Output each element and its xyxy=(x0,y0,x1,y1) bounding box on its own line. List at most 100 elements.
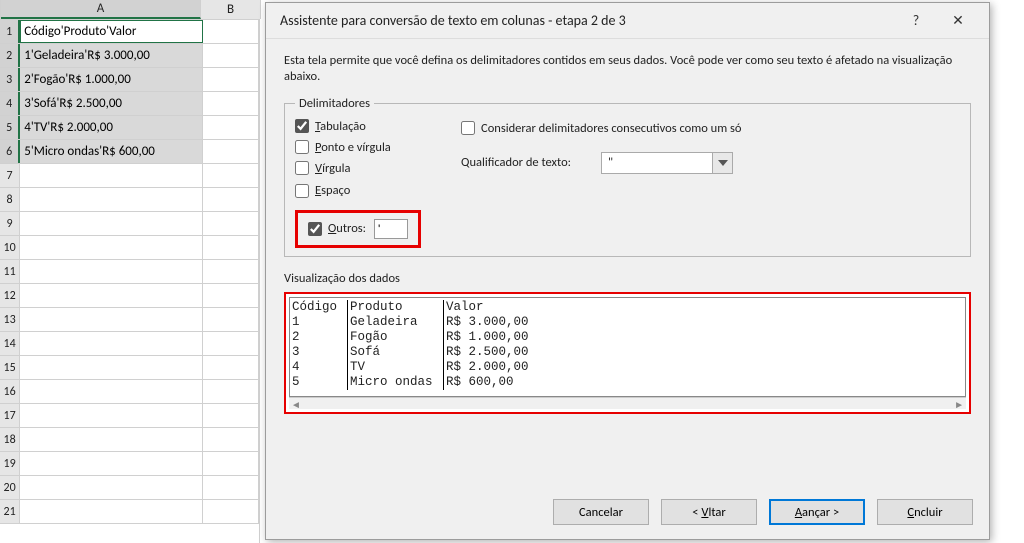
preview-cell: Fogão xyxy=(348,330,444,345)
cell-B17[interactable] xyxy=(203,404,259,427)
cell-B2[interactable] xyxy=(203,44,259,67)
cell-B12[interactable] xyxy=(203,284,259,307)
row-header[interactable]: 21 xyxy=(0,500,20,523)
cell-A3[interactable]: 2'Fogão'R$ 1.000,00 xyxy=(20,68,203,91)
row-header[interactable]: 20 xyxy=(0,476,20,499)
cell-B21[interactable] xyxy=(203,500,259,523)
cell-A20[interactable] xyxy=(20,476,203,499)
row-header[interactable]: 11 xyxy=(0,260,20,283)
checkbox-tab[interactable]: Tabulação xyxy=(295,119,421,134)
checkbox-consecutive-input[interactable] xyxy=(461,121,475,135)
scroll-left-icon[interactable]: ◄ xyxy=(291,398,301,409)
row-header[interactable]: 9 xyxy=(0,212,20,235)
preview-row: 3SofáR$ 2.500,00 xyxy=(292,345,554,360)
row-header[interactable]: 13 xyxy=(0,308,20,331)
cell-B10[interactable] xyxy=(203,236,259,259)
cell-B5[interactable] xyxy=(203,116,259,139)
cell-A1[interactable]: Código'Produto'Valor xyxy=(20,20,203,43)
cell-B11[interactable] xyxy=(203,260,259,283)
row-header[interactable]: 18 xyxy=(0,428,20,451)
cell-B19[interactable] xyxy=(203,452,259,475)
cancel-button[interactable]: Cancelar xyxy=(553,499,649,525)
checkbox-comma[interactable]: Vírgula xyxy=(295,161,421,176)
cell-B20[interactable] xyxy=(203,476,259,499)
row-header[interactable]: 19 xyxy=(0,452,20,475)
preview-cell: R$ 1.000,00 xyxy=(444,330,554,345)
back-button[interactable]: < Vltar xyxy=(661,499,757,525)
row-header[interactable]: 5 xyxy=(0,116,20,139)
checkbox-semicolon-label: Ponto e vírgula xyxy=(315,140,391,155)
row-header[interactable]: 10 xyxy=(0,236,20,259)
cell-A17[interactable] xyxy=(20,404,203,427)
checkbox-consecutive-label: Considerar delimitadores consecutivos co… xyxy=(481,121,741,136)
cell-B1[interactable] xyxy=(203,20,259,43)
row-header[interactable]: 12 xyxy=(0,284,20,307)
cell-A8[interactable] xyxy=(20,188,203,211)
cell-A15[interactable] xyxy=(20,356,203,379)
row-header[interactable]: 8 xyxy=(0,188,20,211)
checkbox-consecutive[interactable]: Considerar delimitadores consecutivos co… xyxy=(461,121,741,136)
checkbox-space[interactable]: Espaço xyxy=(295,182,421,200)
chevron-down-icon[interactable] xyxy=(712,153,732,173)
checkbox-comma-input[interactable] xyxy=(295,161,309,175)
preview-row: CódigoProdutoValor xyxy=(292,300,554,315)
cell-A16[interactable] xyxy=(20,380,203,403)
checkbox-tab-input[interactable] xyxy=(295,119,309,133)
cell-A4[interactable]: 3'Sofá'R$ 2.500,00 xyxy=(20,92,203,115)
cell-B18[interactable] xyxy=(203,428,259,451)
cell-B7[interactable] xyxy=(203,164,259,187)
preview-scrollbar[interactable]: ◄ ► xyxy=(289,397,966,409)
row-header[interactable]: 7 xyxy=(0,164,20,187)
row-header[interactable]: 1 xyxy=(0,20,20,43)
cell-B13[interactable] xyxy=(203,308,259,331)
cell-A11[interactable] xyxy=(20,260,203,283)
cell-B15[interactable] xyxy=(203,356,259,379)
cell-B8[interactable] xyxy=(203,188,259,211)
checkbox-other-highlight: Outros: xyxy=(295,210,421,248)
checkbox-space-input[interactable] xyxy=(295,184,309,198)
finish-button[interactable]: Cncluir xyxy=(877,499,973,525)
cell-B9[interactable] xyxy=(203,212,259,235)
close-button[interactable]: ✕ xyxy=(937,7,979,35)
cell-B6[interactable] xyxy=(203,140,259,163)
checkbox-other[interactable]: Outros: xyxy=(308,221,366,236)
preview-cell: Micro ondas xyxy=(348,375,444,390)
cell-B4[interactable] xyxy=(203,92,259,115)
other-delimiter-input[interactable] xyxy=(374,219,408,239)
cell-A21[interactable] xyxy=(20,500,203,523)
cell-A13[interactable] xyxy=(20,308,203,331)
cell-A14[interactable] xyxy=(20,332,203,355)
column-header-A[interactable]: A xyxy=(1,0,201,19)
cell-A2[interactable]: 1'Geladeira'R$ 3.000,00 xyxy=(20,44,203,67)
cell-B14[interactable] xyxy=(203,332,259,355)
cell-A6[interactable]: 5'Micro ondas'R$ 600,00 xyxy=(20,140,203,163)
cell-B3[interactable] xyxy=(203,68,259,91)
row-header[interactable]: 2 xyxy=(0,44,20,67)
row-header[interactable]: 6 xyxy=(0,140,20,163)
checkbox-semicolon[interactable]: Ponto e vírgula xyxy=(295,140,421,155)
data-preview[interactable]: CódigoProdutoValor1GeladeiraR$ 3.000,002… xyxy=(289,297,966,397)
cell-B16[interactable] xyxy=(203,380,259,403)
cell-A5[interactable]: 4'TV'R$ 2.000,00 xyxy=(20,116,203,139)
checkbox-semicolon-input[interactable] xyxy=(295,140,309,154)
row-header[interactable]: 15 xyxy=(0,356,20,379)
row-header[interactable]: 14 xyxy=(0,332,20,355)
cell-A19[interactable] xyxy=(20,452,203,475)
row-header[interactable]: 16 xyxy=(0,380,20,403)
preview-row: 4TVR$ 2.000,00 xyxy=(292,360,554,375)
next-button[interactable]: Aançar > xyxy=(769,499,865,525)
column-header-B[interactable]: B xyxy=(201,0,261,19)
scroll-right-icon[interactable]: ► xyxy=(954,398,964,409)
cell-A12[interactable] xyxy=(20,284,203,307)
text-qualifier-combo[interactable]: " xyxy=(601,152,733,174)
row-header[interactable]: 17 xyxy=(0,404,20,427)
checkbox-other-input[interactable] xyxy=(308,222,322,236)
preview-cell: R$ 3.000,00 xyxy=(444,315,554,330)
cell-A9[interactable] xyxy=(20,212,203,235)
cell-A10[interactable] xyxy=(20,236,203,259)
help-button[interactable]: ? xyxy=(895,7,937,35)
row-header[interactable]: 3 xyxy=(0,68,20,91)
row-header[interactable]: 4 xyxy=(0,92,20,115)
cell-A7[interactable] xyxy=(20,164,203,187)
cell-A18[interactable] xyxy=(20,428,203,451)
